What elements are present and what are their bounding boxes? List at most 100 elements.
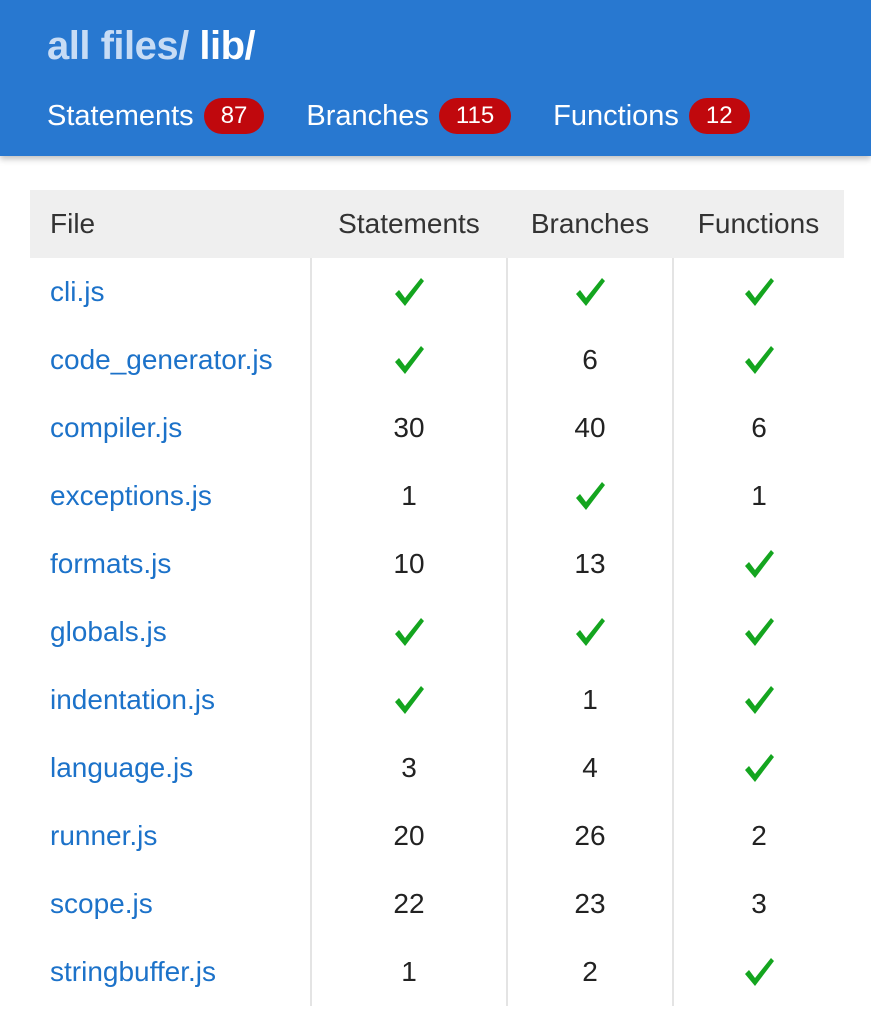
column-header-file[interactable]: File	[30, 190, 311, 258]
uncovered-count: 20	[393, 820, 425, 851]
summary-label: Functions	[553, 99, 679, 132]
breadcrumb-separator: /	[178, 24, 189, 68]
branches-cell: 40	[506, 394, 673, 462]
coverage-summary: Statements 87 Branches 115 Functions 12	[47, 96, 792, 136]
table-row: indentation.js 1	[30, 666, 844, 734]
table-row: exceptions.js 1 1	[30, 462, 844, 530]
check-icon	[572, 614, 608, 650]
column-header-branches[interactable]: Branches	[507, 190, 673, 258]
uncovered-count: 4	[582, 752, 598, 783]
uncovered-count: 26	[574, 820, 606, 851]
column-header-functions[interactable]: Functions	[673, 190, 844, 258]
statements-cell	[310, 326, 507, 394]
statements-cell: 1	[310, 938, 507, 1006]
statements-cell	[310, 598, 507, 666]
file-cell: cli.js	[30, 258, 311, 326]
uncovered-count-badge: 87	[203, 98, 265, 134]
uncovered-count: 6	[582, 344, 598, 375]
branches-cell: 2	[506, 938, 673, 1006]
file-cell: indentation.js	[30, 666, 311, 734]
table-row: scope.js 22 23 3	[30, 870, 844, 938]
check-icon	[572, 274, 608, 310]
uncovered-count: 1	[751, 480, 767, 511]
coverage-table-container: File Statements Branches Functions cli.j…	[30, 190, 844, 1006]
file-link[interactable]: compiler.js	[50, 412, 182, 443]
uncovered-count: 22	[393, 888, 425, 919]
statements-cell: 3	[310, 734, 507, 802]
table-row: code_generator.js 6	[30, 326, 844, 394]
check-icon	[391, 274, 427, 310]
functions-cell	[672, 938, 844, 1006]
uncovered-count-badge: 115	[438, 98, 512, 134]
table-row: language.js 3 4	[30, 734, 844, 802]
coverage-table: File Statements Branches Functions cli.j…	[30, 190, 844, 1006]
file-cell: compiler.js	[30, 394, 311, 462]
file-link[interactable]: runner.js	[50, 820, 157, 851]
summary-label: Statements	[47, 99, 194, 132]
uncovered-count: 13	[574, 548, 606, 579]
statements-cell: 30	[310, 394, 507, 462]
check-icon	[741, 614, 777, 650]
functions-cell	[672, 666, 844, 734]
uncovered-count: 10	[393, 548, 425, 579]
check-icon	[391, 342, 427, 378]
functions-cell: 2	[672, 802, 844, 870]
statements-cell	[310, 666, 507, 734]
table-row: formats.js 10 13	[30, 530, 844, 598]
file-cell: language.js	[30, 734, 311, 802]
summary-statements: Statements 87	[47, 98, 265, 134]
file-cell: exceptions.js	[30, 462, 311, 530]
uncovered-count: 6	[751, 412, 767, 443]
file-link[interactable]: formats.js	[50, 548, 171, 579]
file-cell: globals.js	[30, 598, 311, 666]
summary-functions: Functions 12	[553, 98, 750, 134]
table-row: runner.js 20 26 2	[30, 802, 844, 870]
breadcrumb-current: lib/	[199, 24, 256, 68]
functions-cell	[672, 530, 844, 598]
file-link[interactable]: exceptions.js	[50, 480, 212, 511]
branches-cell: 4	[506, 734, 673, 802]
check-icon	[391, 614, 427, 650]
file-cell: stringbuffer.js	[30, 938, 311, 1006]
check-icon	[741, 954, 777, 990]
check-icon	[741, 546, 777, 582]
file-cell: code_generator.js	[30, 326, 311, 394]
breadcrumb: all files/ lib/	[47, 24, 256, 69]
branches-cell: 13	[506, 530, 673, 598]
uncovered-count: 1	[582, 684, 598, 715]
functions-cell	[672, 258, 844, 326]
check-icon	[572, 478, 608, 514]
file-link[interactable]: stringbuffer.js	[50, 956, 216, 987]
file-link[interactable]: cli.js	[50, 276, 104, 307]
uncovered-count: 3	[751, 888, 767, 919]
uncovered-count: 1	[401, 956, 417, 987]
functions-cell: 3	[672, 870, 844, 938]
file-cell: scope.js	[30, 870, 311, 938]
uncovered-count: 40	[574, 412, 606, 443]
uncovered-count: 2	[582, 956, 598, 987]
uncovered-count: 3	[401, 752, 417, 783]
branches-cell: 6	[506, 326, 673, 394]
file-link[interactable]: language.js	[50, 752, 193, 783]
uncovered-count: 23	[574, 888, 606, 919]
statements-cell	[310, 258, 507, 326]
branches-cell: 1	[506, 666, 673, 734]
file-link[interactable]: scope.js	[50, 888, 153, 919]
uncovered-count: 2	[751, 820, 767, 851]
check-icon	[741, 342, 777, 378]
file-link[interactable]: indentation.js	[50, 684, 215, 715]
functions-cell	[672, 598, 844, 666]
table-row: compiler.js 30 40 6	[30, 394, 844, 462]
functions-cell	[672, 326, 844, 394]
summary-label: Branches	[306, 99, 429, 132]
file-link[interactable]: globals.js	[50, 616, 167, 647]
file-link[interactable]: code_generator.js	[50, 344, 273, 375]
breadcrumb-link-all-files[interactable]: all files	[47, 24, 179, 68]
column-header-statements[interactable]: Statements	[311, 190, 507, 258]
uncovered-count: 1	[401, 480, 417, 511]
statements-cell: 1	[310, 462, 507, 530]
table-row: globals.js	[30, 598, 844, 666]
branches-cell: 23	[506, 870, 673, 938]
table-header-row: File Statements Branches Functions	[30, 190, 844, 258]
file-cell: runner.js	[30, 802, 311, 870]
